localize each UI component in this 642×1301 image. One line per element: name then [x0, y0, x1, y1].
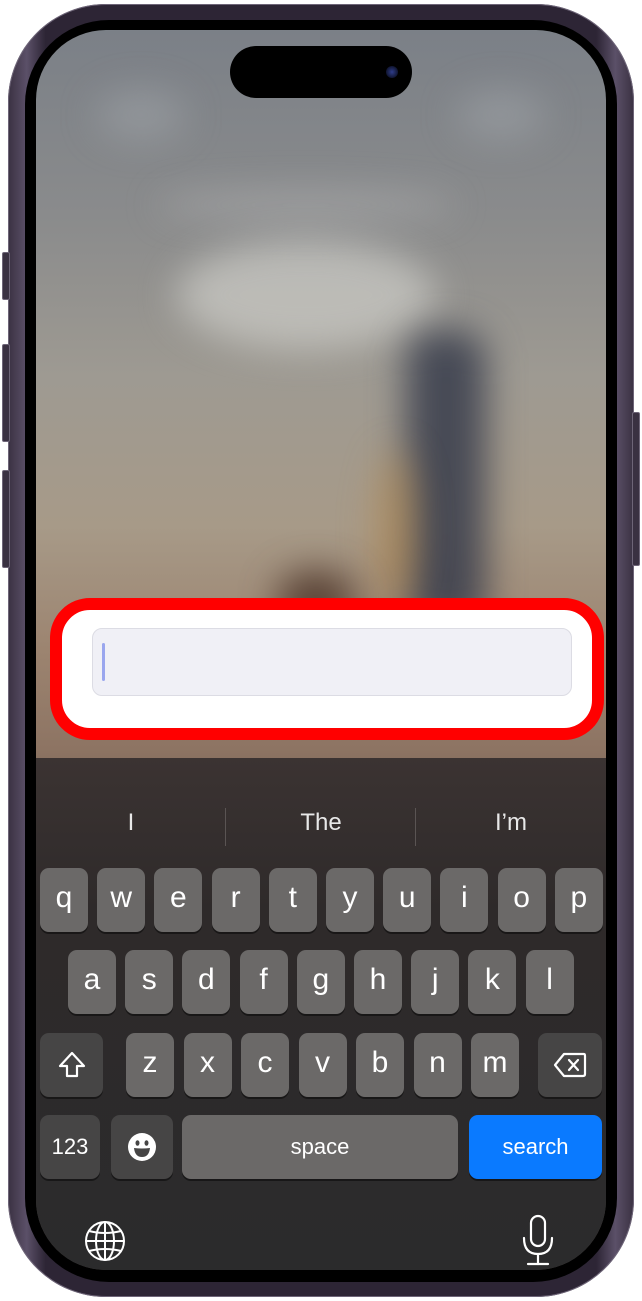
- dynamic-island: [230, 46, 412, 98]
- key-p[interactable]: p: [554, 868, 603, 932]
- key-n[interactable]: n: [413, 1033, 462, 1097]
- key-m[interactable]: m: [471, 1033, 519, 1097]
- wallpaper-blur: [96, 90, 186, 140]
- space-key[interactable]: space: [182, 1115, 458, 1179]
- microphone-icon: [522, 1214, 554, 1266]
- text-cursor: [102, 643, 105, 681]
- key-i[interactable]: i: [440, 868, 489, 932]
- suggestion-1[interactable]: I: [36, 798, 226, 848]
- key-f[interactable]: f: [239, 950, 288, 1014]
- key-h[interactable]: h: [354, 950, 402, 1014]
- volume-up-button[interactable]: [2, 344, 10, 442]
- suggestion-2[interactable]: The: [226, 798, 416, 848]
- key-r[interactable]: r: [211, 868, 260, 932]
- key-t[interactable]: t: [268, 868, 317, 932]
- emoji-icon: [128, 1133, 156, 1161]
- globe-icon: [85, 1221, 125, 1261]
- search-input[interactable]: [92, 628, 572, 696]
- key-a[interactable]: a: [68, 950, 116, 1014]
- numbers-key[interactable]: 123: [40, 1115, 100, 1179]
- globe-button[interactable]: [82, 1218, 128, 1264]
- front-camera: [386, 66, 398, 78]
- search-field-highlight: [50, 598, 604, 740]
- key-g[interactable]: g: [296, 950, 345, 1014]
- key-c[interactable]: c: [241, 1033, 289, 1097]
- key-k[interactable]: k: [468, 950, 517, 1014]
- key-j[interactable]: j: [411, 950, 460, 1014]
- key-y[interactable]: y: [326, 868, 374, 932]
- key-x[interactable]: x: [183, 1033, 232, 1097]
- key-l[interactable]: l: [525, 950, 574, 1014]
- volume-down-button[interactable]: [2, 470, 10, 568]
- wallpaper-blur: [376, 450, 416, 610]
- suggestion-3[interactable]: I’m: [416, 798, 606, 848]
- key-d[interactable]: d: [182, 950, 231, 1014]
- screen: I The I’m qwertyuiop asdfghjkl zxcvbnm 1…: [36, 30, 606, 1270]
- key-b[interactable]: b: [356, 1033, 404, 1097]
- key-s[interactable]: s: [125, 950, 174, 1014]
- key-q[interactable]: q: [40, 868, 88, 932]
- search-key[interactable]: search: [469, 1115, 602, 1179]
- key-w[interactable]: w: [97, 868, 146, 932]
- wallpaper-blur: [176, 240, 436, 350]
- shift-key[interactable]: [40, 1033, 103, 1097]
- key-z[interactable]: z: [126, 1033, 174, 1097]
- key-o[interactable]: o: [497, 868, 546, 932]
- dictation-button[interactable]: [518, 1214, 558, 1268]
- delete-icon: [553, 1052, 587, 1078]
- key-e[interactable]: e: [154, 868, 203, 932]
- wallpaper-tower: [406, 330, 486, 630]
- key-v[interactable]: v: [298, 1033, 347, 1097]
- wallpaper-blur: [456, 90, 546, 140]
- keyboard: I The I’m qwertyuiop asdfghjkl zxcvbnm 1…: [36, 758, 606, 1270]
- power-button[interactable]: [632, 412, 640, 566]
- key-u[interactable]: u: [383, 868, 432, 932]
- wallpaper-blur: [156, 190, 456, 220]
- shift-icon: [58, 1051, 85, 1078]
- emoji-key[interactable]: [111, 1115, 173, 1179]
- action-button[interactable]: [2, 252, 10, 300]
- delete-key[interactable]: [538, 1033, 602, 1097]
